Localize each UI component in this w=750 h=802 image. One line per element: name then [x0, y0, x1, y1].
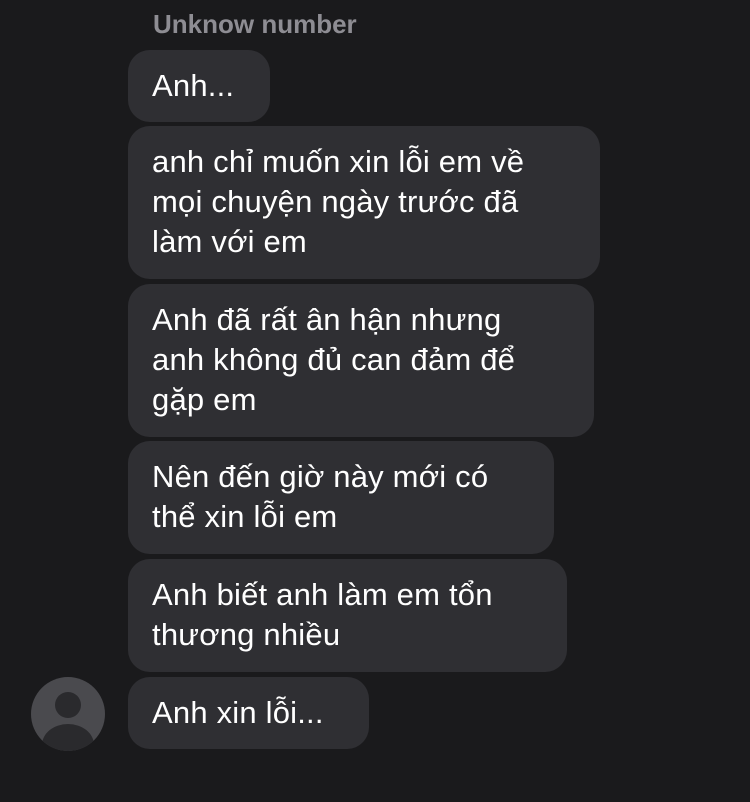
- chat-thread: Unknow number Anh... anh chỉ muốn xin lỗ…: [0, 0, 750, 802]
- default-user-avatar-icon[interactable]: [31, 677, 105, 751]
- message-bubble[interactable]: Nên đến giờ này mới có thể xin lỗi em: [128, 441, 554, 554]
- message-bubble[interactable]: Anh xin lỗi...: [128, 677, 369, 749]
- sender-name: Unknow number: [153, 9, 357, 39]
- message-bubble[interactable]: Anh đã rất ân hận nhưng anh không đủ can…: [128, 284, 594, 437]
- message-bubble[interactable]: Anh biết anh làm em tổn thương nhiều: [128, 559, 567, 672]
- message-bubble[interactable]: anh chỉ muốn xin lỗi em về mọi chuyện ng…: [128, 126, 600, 279]
- message-bubble[interactable]: Anh...: [128, 50, 270, 122]
